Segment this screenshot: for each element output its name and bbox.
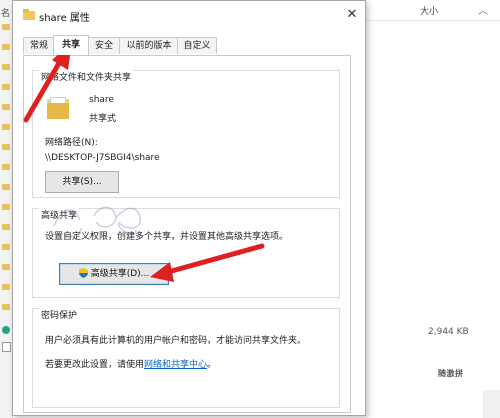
file-size-value: 2,944 KB [428,327,469,337]
network-sharing-center-link[interactable]: 网络和共享中心 [144,360,207,370]
change-setting-prefix: 若要更改此设置，请使用 [45,360,145,370]
folder-icon[interactable] [2,124,10,130]
folder-icon[interactable] [2,304,10,310]
change-setting-text: 若要更改此设置，请使用网络和共享中心。 [45,357,216,370]
folder-name: share [89,95,114,105]
app-icon[interactable] [2,326,10,334]
folder-icon[interactable] [2,244,10,250]
file-icon[interactable] [2,342,11,352]
tab-sharing[interactable]: 共享 [53,35,89,55]
dialog-title: share 属性 [39,13,90,24]
share-state: 共享式 [89,114,117,124]
folder-icon[interactable] [2,264,10,270]
folder-icon[interactable] [2,44,10,50]
folder-icon[interactable] [2,64,10,70]
group-title: 网络文件和文件夹共享 [39,70,134,83]
advanced-sharing-description: 设置自定义权限，创建多个共享，并设置其他高级共享选项。 [45,232,289,242]
network-path-label: 网络路径(N): [45,138,98,148]
folder-icon[interactable] [2,24,10,30]
close-icon: ✕ [346,7,358,22]
share-button[interactable]: 共享(S)... [45,171,119,193]
folder-icon[interactable] [2,144,10,150]
tab-general[interactable]: 常规 [23,37,55,54]
folder-icon[interactable] [2,184,10,190]
properties-dialog: share 属性 ✕ 常规 共享 安全 以前的版本 自定义 网络文件和文件夹共享… [12,0,366,416]
folder-icon[interactable] [2,284,10,290]
advanced-sharing-group: 高级共享 设置自定义权限，创建多个共享，并设置其他高级共享选项。 高级共享(D)… [32,208,340,298]
tab-customize[interactable]: 自定义 [177,37,217,54]
network-sharing-group: 网络文件和文件夹共享 share 共享式 网络路径(N): \\DESKTOP-… [32,70,340,198]
folder-icon[interactable] [2,104,10,110]
folder-icon[interactable] [2,204,10,210]
close-button[interactable]: ✕ [343,6,361,24]
shared-folder-icon [45,95,71,121]
folder-icon[interactable] [2,84,10,90]
advanced-sharing-button[interactable]: 高级共享(D)... [59,263,169,285]
explorer-scrollbar[interactable] [483,390,500,418]
watermark-text: 随激拼 [438,369,464,378]
folder-icon[interactable] [2,224,10,230]
tab-security[interactable]: 安全 [87,37,121,54]
size-column-header[interactable]: 大小 [420,4,438,17]
chevron-up-icon[interactable]: ︿ [478,2,488,17]
explorer-bottom-area [365,360,500,418]
network-path-value: \\DESKTOP-J7SBGI4\share [45,153,160,163]
password-protection-description: 用户必须具有此计算机的用户帐户和密码，才能访问共享文件夹。 [45,336,307,346]
tab-previous-versions[interactable]: 以前的版本 [119,37,179,54]
change-setting-suffix: 。 [207,360,217,370]
folder-icon[interactable] [2,164,10,170]
dialog-titlebar[interactable]: share 属性 ✕ [13,1,365,29]
password-protection-group: 密码保护 用户必须具有此计算机的用户帐户和密码，才能访问共享文件夹。 若要更改此… [32,308,340,408]
sharing-tab-panel: 网络文件和文件夹共享 share 共享式 网络路径(N): \\DESKTOP-… [23,55,351,413]
advanced-sharing-button-label: 高级共享(D)... [90,269,150,279]
folder-icon [23,9,35,20]
group-title: 密码保护 [39,308,80,321]
shield-icon [78,268,88,278]
name-column-header[interactable]: 名 [1,6,10,19]
group-title: 高级共享 [39,208,80,221]
